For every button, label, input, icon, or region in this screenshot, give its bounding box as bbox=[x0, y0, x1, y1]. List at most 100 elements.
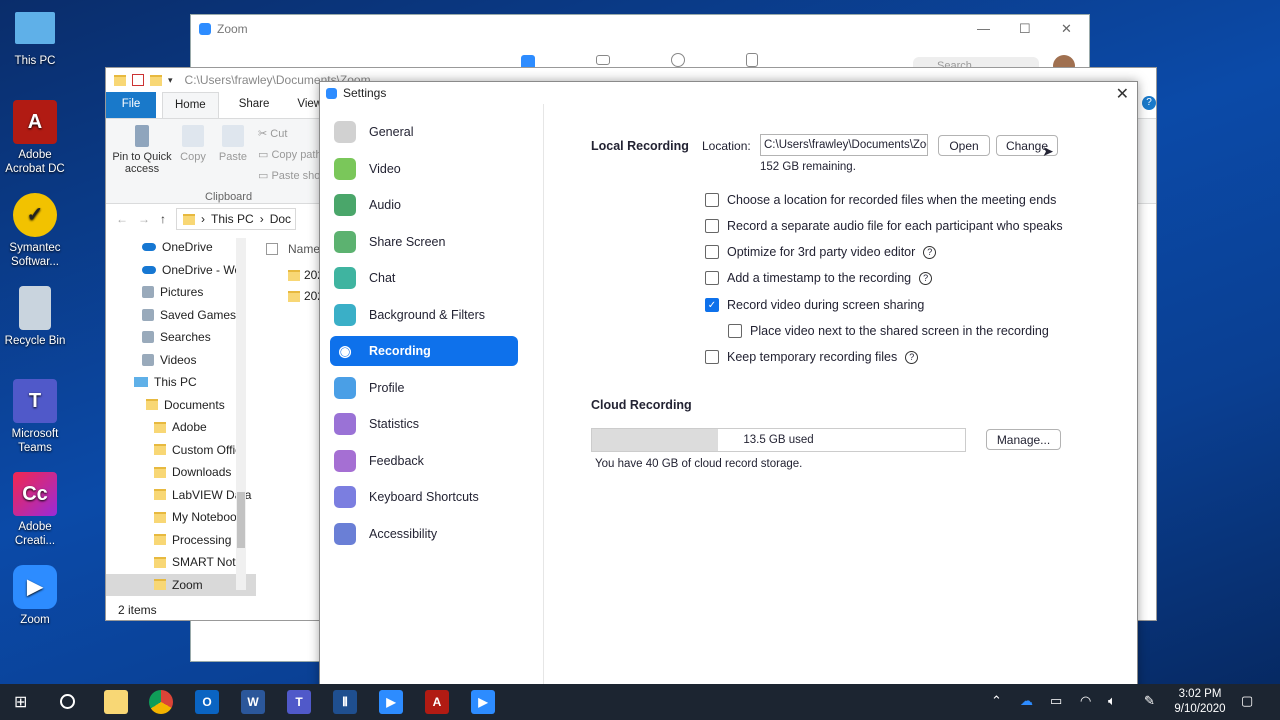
meetings-icon[interactable] bbox=[671, 53, 685, 67]
tree-item[interactable]: Downloads bbox=[106, 461, 256, 484]
sidebar-item-keyboard-shortcuts[interactable]: Keyboard Shortcuts bbox=[330, 482, 518, 512]
checkbox[interactable] bbox=[705, 219, 719, 233]
recording-option[interactable]: Keep temporary recording files? bbox=[705, 350, 919, 364]
tree-item[interactable]: OneDrive - Wo bbox=[106, 259, 256, 282]
sidebar-item-feedback[interactable]: Feedback bbox=[330, 446, 518, 476]
volume-icon[interactable]: 🔈︎ bbox=[1108, 693, 1116, 709]
chat-icon[interactable] bbox=[596, 55, 610, 65]
onedrive-icon[interactable]: ☁ bbox=[1020, 693, 1033, 709]
battery-icon[interactable]: ▭ bbox=[1050, 693, 1062, 709]
nav-pane-scrollbar[interactable] bbox=[236, 238, 246, 590]
tree-item[interactable]: Processing bbox=[106, 529, 256, 552]
tree-item[interactable]: SMART Notel bbox=[106, 551, 256, 574]
tree-item[interactable]: Videos bbox=[106, 349, 256, 372]
notifications-icon[interactable]: ▢ bbox=[1241, 693, 1253, 709]
tree-item[interactable]: Saved Games bbox=[106, 304, 256, 327]
help-icon[interactable]: ? bbox=[905, 350, 919, 364]
copy-button[interactable]: Copy bbox=[176, 119, 210, 163]
labview-taskbar-icon[interactable]: ⦀ bbox=[333, 690, 357, 714]
recording-option[interactable]: Add a timestamp to the recording? bbox=[705, 271, 933, 285]
word-taskbar-icon[interactable]: W bbox=[241, 690, 265, 714]
tree-item[interactable]: Zoom bbox=[106, 573, 256, 596]
sidebar-item-chat[interactable]: Chat bbox=[330, 263, 518, 293]
close-icon[interactable]: ✕ bbox=[1061, 21, 1072, 37]
manage-button[interactable]: Manage... bbox=[986, 429, 1061, 450]
file-explorer-taskbar-icon[interactable] bbox=[104, 690, 128, 714]
home-icon[interactable] bbox=[521, 55, 535, 67]
clock[interactable]: 3:02 PM 9/10/2020 bbox=[1168, 687, 1232, 717]
recording-option[interactable]: Place video next to the shared screen in… bbox=[728, 324, 1049, 338]
sidebar-item-statistics[interactable]: Statistics bbox=[330, 409, 518, 439]
wifi-icon[interactable]: ◠ bbox=[1080, 693, 1091, 709]
up-arrow-icon[interactable]: ↑ bbox=[160, 212, 166, 226]
checkbox[interactable] bbox=[728, 324, 742, 338]
checkbox[interactable] bbox=[705, 271, 719, 285]
tree-item[interactable]: Adobe bbox=[106, 416, 256, 439]
zoom-meeting-taskbar-icon[interactable]: ▶ bbox=[471, 690, 495, 714]
sidebar-item-accessibility[interactable]: Accessibility bbox=[330, 519, 518, 549]
breadcrumb-this-pc[interactable]: This PC bbox=[211, 212, 254, 226]
tab-file[interactable]: File bbox=[106, 92, 156, 118]
location-field[interactable]: C:\Users\frawley\Documents\Zoom bbox=[760, 134, 928, 156]
forward-arrow-icon[interactable]: → bbox=[138, 212, 150, 226]
contacts-icon[interactable] bbox=[746, 53, 758, 67]
tree-item[interactable]: OneDrive bbox=[106, 236, 256, 259]
windows-start-icon[interactable]: ⊞ bbox=[14, 692, 27, 712]
desktop-icon-symantec[interactable]: ✓ Symantec Softwar... bbox=[4, 193, 66, 269]
checkbox[interactable] bbox=[705, 350, 719, 364]
scrollbar-thumb[interactable] bbox=[237, 492, 245, 548]
paste-button[interactable]: Paste bbox=[216, 119, 250, 163]
sidebar-item-general[interactable]: General bbox=[330, 117, 518, 147]
sidebar-item-profile[interactable]: Profile bbox=[330, 373, 518, 403]
column-header-name[interactable]: Name bbox=[266, 242, 320, 256]
sidebar-item-share-screen[interactable]: Share Screen bbox=[330, 227, 518, 257]
desktop-icon-creative-cloud[interactable]: Cc Adobe Creati... bbox=[4, 472, 66, 548]
help-icon[interactable]: ? bbox=[919, 271, 933, 285]
zoom-taskbar-icon[interactable]: ▶ bbox=[379, 690, 403, 714]
tab-share[interactable]: Share bbox=[227, 92, 282, 118]
outlook-taskbar-icon[interactable]: O bbox=[195, 690, 219, 714]
recording-option[interactable]: ✓ Record video during screen sharing bbox=[705, 298, 924, 312]
sidebar-item-background-filters[interactable]: Background & Filters bbox=[330, 300, 518, 330]
desktop-icon-this-pc[interactable]: This PC bbox=[4, 8, 66, 68]
tree-item[interactable]: LabVIEW Data bbox=[106, 484, 256, 507]
cortana-icon[interactable] bbox=[60, 694, 75, 709]
maximize-icon[interactable]: ☐ bbox=[1019, 21, 1031, 37]
help-icon[interactable]: ? bbox=[923, 245, 937, 259]
pin-to-quick-access-button[interactable]: Pin to Quick access bbox=[112, 119, 172, 175]
tree-item[interactable]: Custom Offic bbox=[106, 439, 256, 462]
checkbox[interactable] bbox=[705, 245, 719, 259]
pen-icon[interactable]: ✎ bbox=[1144, 693, 1155, 709]
address-bar[interactable]: › This PC › Doc bbox=[176, 208, 296, 230]
dropdown-icon[interactable]: ▾ bbox=[168, 75, 173, 86]
sidebar-item-video[interactable]: Video bbox=[330, 154, 518, 184]
desktop-icon-teams[interactable]: T Microsoft Teams bbox=[4, 379, 66, 455]
breadcrumb-documents[interactable]: Doc bbox=[270, 212, 291, 226]
checkbox[interactable] bbox=[705, 193, 719, 207]
tree-item[interactable]: Pictures bbox=[106, 281, 256, 304]
desktop-icon-zoom[interactable]: ▶ Zoom bbox=[4, 565, 66, 627]
sidebar-item-audio[interactable]: Audio bbox=[330, 190, 518, 220]
recording-option[interactable]: Record a separate audio file for each pa… bbox=[705, 219, 1063, 233]
tree-item[interactable]: This PC bbox=[106, 371, 256, 394]
select-all-checkbox[interactable] bbox=[266, 243, 278, 255]
tree-item[interactable]: My Notebook bbox=[106, 506, 256, 529]
chrome-taskbar-icon[interactable] bbox=[149, 690, 173, 714]
minimize-icon[interactable]: — bbox=[977, 21, 990, 36]
open-button[interactable]: Open bbox=[938, 135, 990, 156]
teams-taskbar-icon[interactable]: T bbox=[287, 690, 311, 714]
paste-shortcut-button[interactable]: ▭ Paste sho bbox=[258, 169, 320, 182]
copy-path-button[interactable]: ▭ Copy path bbox=[258, 148, 322, 161]
recording-option[interactable]: Optimize for 3rd party video editor? bbox=[705, 245, 937, 259]
back-arrow-icon[interactable]: ← bbox=[116, 212, 128, 226]
acrobat-taskbar-icon[interactable]: A bbox=[425, 690, 449, 714]
help-icon[interactable]: ? bbox=[1142, 96, 1156, 110]
cut-button[interactable]: ✂ Cut bbox=[258, 127, 287, 140]
sidebar-item-recording[interactable]: ◉ Recording bbox=[330, 336, 518, 366]
show-hidden-icons-icon[interactable]: ⌃ bbox=[991, 693, 1002, 709]
checkbox[interactable]: ✓ bbox=[705, 298, 719, 312]
tree-item[interactable]: Documents bbox=[106, 394, 256, 417]
tree-item[interactable]: Searches bbox=[106, 326, 256, 349]
close-icon[interactable]: ✕ bbox=[1116, 84, 1129, 104]
tab-home[interactable]: Home bbox=[162, 92, 219, 118]
